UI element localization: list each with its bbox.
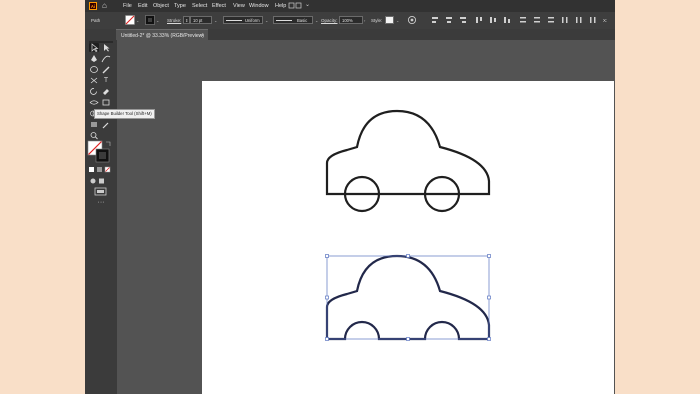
home-icon[interactable]: ⌂ (102, 2, 107, 10)
distribute-right-icon (590, 17, 592, 23)
align-bottom-icon (504, 17, 506, 23)
menu-bar: Ai ⌂ File Edit Object Type Select Effect… (85, 0, 615, 12)
screen-mode-icon[interactable] (94, 187, 108, 196)
ellipse-icon[interactable] (89, 65, 99, 74)
align-middle-icon (490, 17, 492, 23)
align-top-icon (476, 17, 478, 23)
menu-select[interactable]: Select (192, 3, 207, 9)
fill-none-icon[interactable] (125, 15, 135, 25)
opacity-label[interactable]: Opacity: (321, 17, 338, 24)
free-transform-icon[interactable] (101, 98, 111, 107)
zoom-icon[interactable] (89, 131, 99, 140)
stroke-label[interactable]: Stroke: (167, 17, 181, 24)
brush-definition[interactable]: Basic (273, 16, 313, 24)
eraser-icon[interactable] (101, 87, 111, 96)
rotate-icon[interactable] (89, 87, 99, 96)
menu-view[interactable]: View (233, 3, 245, 9)
menu-effect[interactable]: Effect (212, 3, 226, 9)
direct-selection-icon[interactable] (101, 43, 111, 52)
distribute-top-icon (520, 17, 526, 19)
tools-panel: T ··· (85, 40, 117, 394)
edit-toolbar-icon[interactable]: ··· (93, 199, 109, 208)
chevron-down-icon[interactable]: ⌄ (136, 17, 139, 24)
document-tab[interactable]: Untitled-2* @ 33.33% (RGB/Preview) × (116, 29, 208, 41)
menu-type[interactable]: Type (174, 3, 186, 9)
style-label: Style: (371, 18, 383, 23)
chevron-down-icon[interactable]: ⌄ (396, 17, 399, 24)
chevron-down-icon: ⌄ (305, 2, 311, 8)
menu-object[interactable]: Object (153, 3, 169, 9)
pencil-icon[interactable] (101, 65, 111, 74)
tool-tooltip: Shape Builder Tool (Shift+M) (94, 109, 155, 119)
distribute-left-icon (562, 17, 564, 23)
artboard[interactable] (202, 81, 614, 394)
artwork (325, 109, 491, 341)
gradient-icon[interactable] (89, 120, 99, 129)
chevron-down-icon[interactable]: ⌄ (265, 17, 268, 24)
menu-edit[interactable]: Edit (138, 3, 147, 9)
recolor-artwork-icon[interactable] (407, 15, 417, 25)
color-mode-icons[interactable] (88, 166, 114, 174)
car-merged-shape (325, 254, 491, 341)
align-center-icon (446, 17, 452, 19)
selection-arrow-icon[interactable] (89, 43, 99, 52)
selection-type-label: Path (91, 18, 101, 23)
curvature-icon[interactable] (101, 54, 111, 63)
width-icon[interactable] (89, 98, 99, 107)
car-merged (325, 254, 491, 341)
pen-icon[interactable] (89, 54, 99, 63)
menu-file[interactable]: File (123, 3, 132, 9)
x-coordinate-label: X: (603, 18, 608, 23)
graphic-style-swatch[interactable] (385, 16, 394, 24)
close-tab-icon[interactable]: × (201, 33, 204, 39)
draw-mode-icons[interactable] (90, 177, 112, 185)
variable-width-profile[interactable]: Uniform (223, 16, 263, 24)
control-bar: Path ⌄ ⌄ Stroke: ⇕ 10 pt ⌄ Uniform ⌄ Bas… (85, 12, 615, 30)
menu-window[interactable]: Window (249, 3, 269, 9)
stroke-swatch-icon[interactable] (145, 15, 155, 25)
distribute-hcenter-icon (576, 17, 578, 23)
chevron-down-icon[interactable]: ⌄ (156, 17, 159, 24)
chevron-right-icon[interactable]: › (364, 17, 365, 24)
stroke-stepper[interactable]: ⇕ (183, 16, 190, 24)
stroke-weight-field[interactable]: 10 pt (190, 16, 212, 24)
workspace-switcher[interactable]: ⌄ (285, 1, 321, 10)
document-title: Untitled-2* @ 33.33% (RGB/Preview) (121, 33, 204, 39)
type-icon[interactable]: T (101, 76, 111, 85)
distribute-bottom-icon (548, 17, 554, 19)
car-original (325, 109, 491, 213)
align-controls (432, 17, 596, 23)
opacity-field[interactable]: 100% (339, 16, 363, 24)
align-right-icon (460, 17, 466, 19)
eyedropper-icon[interactable] (101, 120, 111, 129)
align-left-icon (432, 17, 438, 19)
app-logo: Ai (89, 2, 97, 10)
fill-stroke-swatches[interactable] (87, 140, 115, 164)
distribute-center-icon (534, 17, 540, 19)
scissors-icon[interactable] (89, 76, 99, 85)
chevron-down-icon[interactable]: ⌄ (315, 17, 318, 24)
arrange-documents-icon (288, 2, 302, 9)
chevron-down-icon[interactable]: ⌄ (214, 17, 217, 24)
